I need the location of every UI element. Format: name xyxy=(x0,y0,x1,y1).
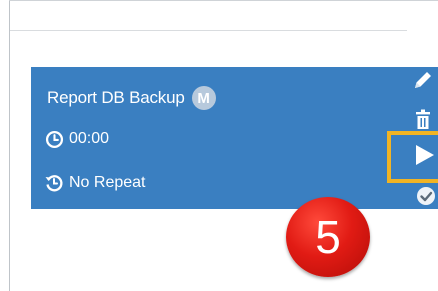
task-title-row: Report DB Backup M xyxy=(47,85,216,111)
panel-border-left xyxy=(9,0,10,291)
pencil-icon[interactable] xyxy=(408,67,438,93)
panel: Report DB Backup M 00:00 No Repeat 5 xyxy=(0,0,438,291)
panel-border-top xyxy=(9,0,438,1)
user-badge: M xyxy=(191,86,216,110)
divider xyxy=(10,30,407,31)
check-icon[interactable] xyxy=(413,184,438,209)
history-icon xyxy=(44,173,64,193)
task-repeat-row: No Repeat xyxy=(44,173,146,193)
task-title[interactable]: Report DB Backup xyxy=(47,88,185,108)
play-icon xyxy=(414,143,436,172)
task-card[interactable]: Report DB Backup M 00:00 No Repeat xyxy=(31,67,438,209)
task-time-row: 00:00 xyxy=(44,129,109,149)
trash-icon[interactable] xyxy=(408,109,438,129)
run-now-button[interactable] xyxy=(387,131,438,183)
task-time: 00:00 xyxy=(69,130,110,147)
clock-icon xyxy=(44,129,64,149)
task-repeat: No Repeat xyxy=(69,174,146,191)
step-number-badge: 5 xyxy=(286,197,370,277)
